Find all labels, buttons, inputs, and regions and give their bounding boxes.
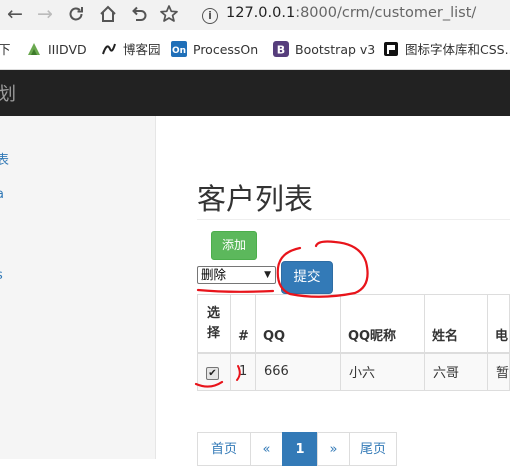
back-icon[interactable]: ← [4,3,26,25]
row-name: 六哥 [423,352,488,391]
row-qq-name: 小六 [339,352,425,391]
title-divider [197,219,510,220]
submit-button[interactable]: 提交 [281,261,333,294]
page-first[interactable]: 首页 [197,432,251,466]
leaf-icon [26,41,42,57]
bookmark-label: 图标字体库和CSS... [405,42,510,57]
reload-icon[interactable] [65,3,87,25]
select-caret-icon: ▼ [264,270,271,280]
sidebar-item[interactable]: 表 [0,149,9,168]
action-select-value: 删除 [201,267,227,282]
bookmark-item[interactable]: 下 [0,41,11,59]
svg-text:On: On [172,46,186,56]
sidebar: 表 a s [0,116,156,459]
bookmarks-bar: 下 IIIDVD 博客园 On ProcessOn B Bootstrap v3 图… [0,30,510,70]
info-icon[interactable]: i [202,8,218,24]
address-bar[interactable]: i 127.0.0.1:8000/crm/customer_list/ [190,0,510,26]
bookmark-label: IIIDVD [48,42,87,57]
customer-table: 选 择 # QQ QQ昵称 姓名 电 ✔ 1 666 小六 六哥 暂 [197,294,510,391]
column-header-num: # [229,294,256,354]
url-host: 127.0.0.1 [226,5,296,21]
app-navbar: 划 [0,70,510,116]
bootstrap-icon: B [273,41,289,57]
bookmark-label: ProcessOn [193,42,259,57]
home-icon[interactable] [97,3,119,25]
column-header-phone: 电 [486,294,510,354]
url-path: :8000/crm/customer_list/ [295,5,477,21]
svg-text:B: B [277,44,285,57]
page-last[interactable]: 尾页 [349,432,397,466]
row-select-cell: ✔ [197,352,231,391]
column-header-qq: QQ [254,294,341,354]
page-next[interactable]: » [317,432,350,466]
add-button[interactable]: 添加 [211,231,257,260]
bookmark-label: Bootstrap v3 [295,42,376,57]
table-row: ✔ 1 666 小六 六哥 暂 [197,352,510,391]
column-header-qq-name: QQ昵称 [339,294,425,354]
page-prev[interactable]: « [250,432,283,466]
sidebar-item[interactable]: s [0,268,3,283]
row-phone: 暂 [486,352,510,391]
bookmark-label: 博客园 [123,42,161,57]
bookmark-item[interactable]: IIIDVD [26,41,87,59]
undo-icon[interactable] [128,3,150,25]
page-title: 客户列表 [197,182,314,216]
flag-icon [383,41,399,57]
bookmark-item[interactable]: 博客园 [101,41,161,59]
column-header-name: 姓名 [423,294,488,354]
action-select[interactable]: 删除 ▼ [197,266,276,284]
row-num: 1 [229,352,256,391]
forward-icon[interactable]: → [34,3,56,25]
browser-toolbar: ← → i 127.0.0.1:8000/crm/customer_list/ [0,0,510,30]
row-qq: 666 [254,352,341,391]
bookmark-item[interactable]: B Bootstrap v3 [273,41,375,59]
bookmark-label: 下 [0,42,11,57]
bookmark-item[interactable]: 图标字体库和CSS... [383,41,510,59]
page-current[interactable]: 1 [282,432,318,466]
sidebar-item[interactable]: a [0,187,4,202]
row-checkbox[interactable]: ✔ [206,367,219,381]
processon-icon: On [171,41,187,57]
star-icon[interactable] [158,3,180,25]
cnblogs-icon [101,41,117,57]
pagination: 首页 « 1 » 尾页 [197,432,397,466]
bookmark-item[interactable]: On ProcessOn [171,41,258,59]
navbar-brand[interactable]: 划 [0,80,16,106]
column-header-select: 选 择 [197,294,231,354]
table-header-row: 选 择 # QQ QQ昵称 姓名 电 [197,294,510,354]
